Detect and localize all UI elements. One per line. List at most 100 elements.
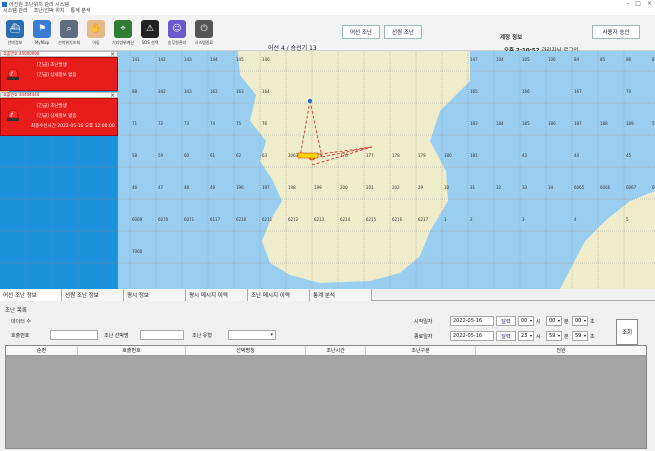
grid-cell-label: 106 (548, 57, 556, 62)
table-header: 순번 호출번호 선박명칭 조난시간 조난구분 전원 (6, 346, 646, 356)
ship-name-input[interactable] (140, 330, 184, 340)
grid-cell-label: 142 (158, 57, 166, 62)
close-icon[interactable]: × (647, 0, 652, 8)
grid-cell-label: 6065 (574, 185, 585, 190)
alert-line: 최종수신시간 2022-05-16 오후 12:00:00 (31, 124, 115, 129)
grid-cell-label: 167 (574, 89, 582, 94)
tool-button[interactable]: ✋ 이동 (83, 18, 109, 48)
user-approve-button[interactable]: 사용자 승인 (592, 25, 640, 39)
tool-button[interactable]: ⌖ 거리방위계산 (110, 18, 136, 48)
tool-label: 선박위치조회 (57, 40, 81, 45)
minute-label: 분 (564, 319, 569, 325)
grid-area (118, 51, 655, 289)
data-count-label: 데이터 수 (11, 319, 31, 325)
magnifier-icon: ⌕ (60, 20, 78, 38)
alert-line: [긴급] 상세정보 없음 (37, 73, 77, 78)
distress-type-select[interactable] (228, 330, 276, 340)
grid-cell-label: 165 (470, 89, 478, 94)
grid-cell-label: 49 (210, 185, 216, 190)
grid-cell-label: 202 (392, 185, 400, 190)
grid-cell-label: 342 (158, 89, 166, 94)
map-view[interactable]: 1411421431441451461471041051068485868788… (0, 51, 655, 289)
column-header[interactable]: 조난시간 (306, 346, 366, 355)
start-calendar-button[interactable]: 달력 (496, 316, 516, 326)
grid-cell-label: 6214 (340, 217, 351, 222)
end-date-input[interactable]: 2022-05-16 (450, 331, 494, 341)
grid-cell-label: 29 (418, 185, 424, 190)
callsign-input[interactable] (50, 330, 98, 340)
column-header[interactable]: 호출번호 (78, 346, 186, 355)
grid-cell-label: 105 (522, 57, 530, 62)
distress-list-panel: 조난 목록 데이터 수 호출번호 조난 선박명 조난 유형 시작일자 2022-… (0, 301, 655, 451)
start-minute-stepper[interactable]: 00 (546, 316, 562, 326)
end-second-stepper[interactable]: 59 (572, 331, 588, 341)
grid-cell-label: 6217 (418, 217, 429, 222)
column-header[interactable]: 전원 (476, 346, 646, 355)
menu-bar: 시스템 관리 조난/선박 위치 통계 분석 (0, 8, 655, 15)
grid-cell-label: 62 (236, 153, 242, 158)
grid-cell-label: 141 (132, 57, 140, 62)
grid-cell-label: 164 (262, 89, 270, 94)
grid-cell-label: 33 (522, 185, 528, 190)
vessel-distress-button[interactable]: 어선 조난 (342, 25, 380, 39)
grid-cell-label: 3063 (288, 153, 299, 158)
end-hour-stepper[interactable]: 23 (518, 331, 534, 341)
grid-cell-label: 6071 (184, 217, 195, 222)
compass-icon: ⌖ (114, 20, 132, 38)
grid-cell-label: 200 (340, 185, 348, 190)
tool-button[interactable]: ⚠ SOS 선택 (137, 18, 163, 48)
column-header[interactable]: 조난구분 (366, 346, 476, 355)
tool-button[interactable]: ⚑ MyMap (29, 18, 55, 48)
grid-cell-label: 70 (626, 89, 632, 94)
tool-button[interactable]: ⏻ 시스템종료 (191, 18, 217, 48)
tab-distress-message-history[interactable]: 조난 메시지 이력 (248, 289, 310, 301)
grid-cell-label: 147 (470, 57, 478, 62)
distress-alert[interactable]: [긴급] 조난발생 [긴급] 상세정보 없음 (0, 57, 118, 91)
callsign-label: 호출번호 (11, 333, 30, 339)
section-title: 조난 목록 (5, 308, 27, 314)
grid-cell-label: 144 (210, 57, 218, 62)
column-header[interactable]: 순번 (6, 346, 78, 355)
tab-normal-info[interactable]: 평시 정보 (124, 289, 186, 301)
start-date-label: 시작일자 (414, 319, 433, 325)
hour-label: 시 (536, 334, 541, 340)
end-calendar-button[interactable]: 달력 (496, 331, 516, 341)
maximize-icon[interactable]: □ (635, 0, 641, 8)
tool-button[interactable]: ⌕ 선박위치조회 (56, 18, 82, 48)
grid-cell-label: 189 (626, 121, 634, 126)
grid-cell-label: 85 (600, 57, 606, 62)
grid-cell-label: 88 (132, 89, 138, 94)
menu-system[interactable]: 시스템 관리 (3, 8, 28, 15)
distress-alert[interactable]: [긴급] 조난발생 [긴급] 상세정보 없음 최종수신시간 2022-05-16… (0, 98, 118, 136)
grid-cell-label: 59 (158, 153, 164, 158)
grid-cell-label: 86 (626, 57, 632, 62)
grid-cell-label: 6212 (288, 217, 299, 222)
grid-cell-label: 63 (262, 153, 268, 158)
ship-info-icon: ⛴ (6, 20, 24, 38)
distress-table[interactable]: 순번 호출번호 선박명칭 조난시간 조난구분 전원 (5, 345, 647, 449)
column-header[interactable]: 선박명칭 (186, 346, 306, 355)
menu-position[interactable]: 조난/선박 위치 (34, 8, 65, 15)
grid-cell-label: 30 (444, 185, 450, 190)
siren-icon (7, 109, 19, 121)
tab-normal-message-history[interactable]: 평시 메시지 이력 (186, 289, 248, 301)
grid-cell-label: 6067 (626, 185, 637, 190)
tab-statistics[interactable]: 통계 분석 (310, 289, 372, 301)
tool-button[interactable]: ☺ 승무원관리 (164, 18, 190, 48)
crew-distress-button[interactable]: 선원 조난 (384, 25, 422, 39)
end-minute-stepper[interactable]: 59 (546, 331, 562, 341)
start-date-input[interactable]: 2022-05-16 (450, 316, 494, 326)
minimize-icon[interactable]: – (626, 0, 629, 8)
tab-crew-distress[interactable]: 선원 조난 정보 (62, 289, 124, 301)
menu-statistics[interactable]: 통계 분석 (70, 8, 90, 15)
tool-label: MyMap (34, 40, 50, 45)
start-second-stepper[interactable]: 00 (572, 316, 588, 326)
grid-cell-label: 184 (496, 121, 504, 126)
start-hour-stepper[interactable]: 00 (518, 316, 534, 326)
tab-vessel-distress[interactable]: 어선 조난 정보 (0, 289, 62, 301)
grid-cell-label: 44 (574, 153, 580, 158)
siren-icon (7, 68, 19, 80)
tool-button[interactable]: ⛴ 선박정보 (2, 18, 28, 48)
grid-cell-label: 60 (184, 153, 190, 158)
query-button[interactable]: 조회 (616, 319, 638, 345)
